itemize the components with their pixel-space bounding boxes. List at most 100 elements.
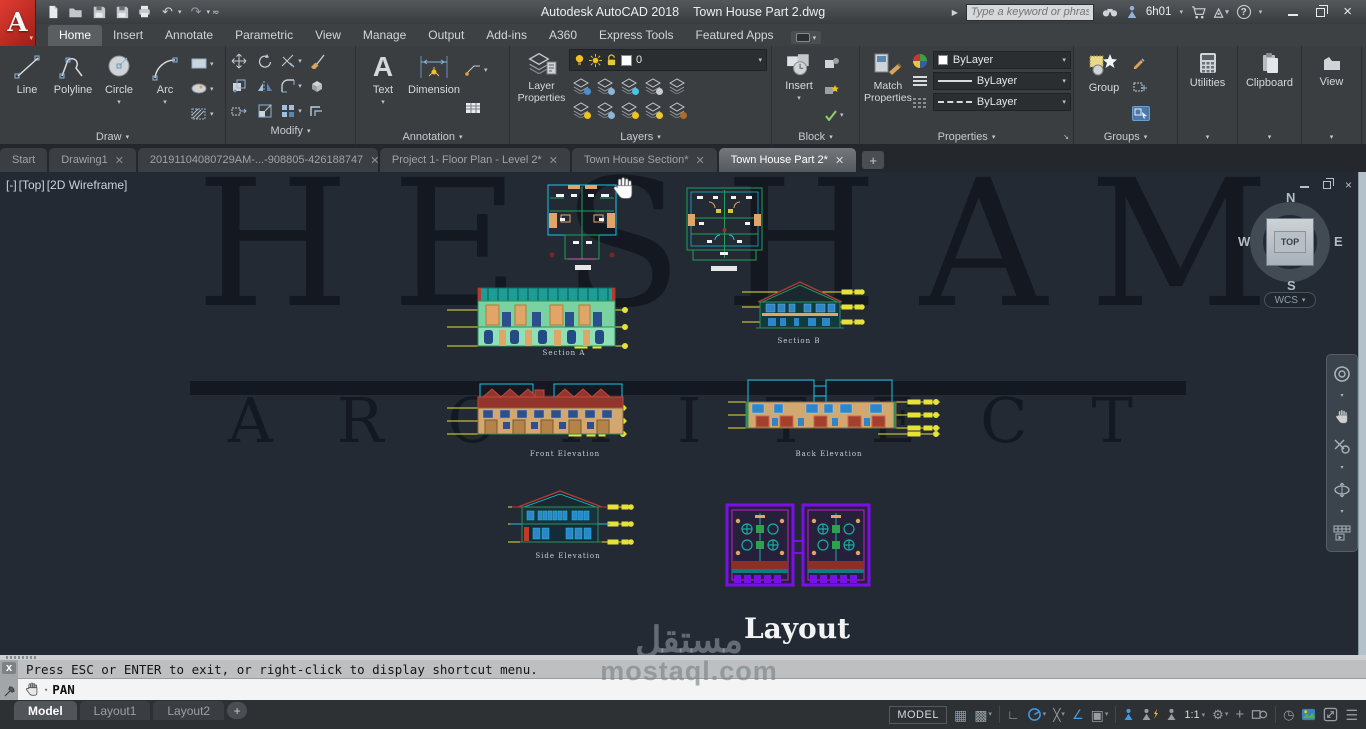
layer-match-icon[interactable] bbox=[596, 78, 615, 95]
qat-customize-icon[interactable]: ≂ bbox=[212, 7, 220, 18]
move-icon[interactable] bbox=[231, 53, 247, 69]
lineweight-icon[interactable] bbox=[912, 75, 928, 89]
ribbon-tab-output[interactable]: Output bbox=[417, 25, 475, 46]
file-tab-start[interactable]: Start bbox=[0, 148, 48, 172]
color-wheel-icon[interactable] bbox=[912, 53, 928, 69]
viewcube-east[interactable]: E bbox=[1334, 234, 1343, 249]
application-menu-button[interactable]: A ▾ bbox=[0, 0, 36, 46]
panel-label-layers[interactable]: Layers ▾ bbox=[510, 129, 771, 145]
ribbon-tab-a360[interactable]: A360 bbox=[538, 25, 588, 46]
layer-dropdown[interactable]: 0 ▾ bbox=[569, 49, 767, 71]
viewcube-west[interactable]: W bbox=[1238, 234, 1250, 249]
panel-label-modify[interactable]: Modify ▾ bbox=[226, 123, 355, 139]
plot-icon[interactable] bbox=[136, 4, 153, 20]
search-toggle-icon[interactable]: ▶ bbox=[952, 8, 958, 17]
panel-label-properties[interactable]: Properties ▾ ↘ bbox=[860, 129, 1073, 145]
ribbon-tab-manage[interactable]: Manage bbox=[352, 25, 417, 46]
file-tab-town-house-section[interactable]: Town House Section* ✕ bbox=[571, 148, 717, 172]
polar-tracking-icon[interactable]: ▾ bbox=[1027, 707, 1046, 722]
close-tab-icon[interactable]: ✕ bbox=[370, 154, 379, 167]
file-tab-town-house-part2[interactable]: Town House Part 2* ✕ bbox=[718, 148, 857, 172]
array-icon[interactable] bbox=[280, 103, 296, 119]
object-snap-tracking-icon[interactable]: ∠ bbox=[1072, 707, 1084, 722]
properties-launcher-icon[interactable]: ↘ bbox=[1063, 133, 1069, 141]
layer-freeze-icon[interactable] bbox=[620, 78, 639, 95]
graphics-performance-icon[interactable] bbox=[1301, 707, 1316, 722]
circle-button[interactable]: Circle ▾ bbox=[96, 49, 142, 129]
object-snap-icon[interactable]: ▣ ▾ bbox=[1091, 708, 1109, 722]
ellipse-icon[interactable] bbox=[190, 82, 208, 95]
match-properties-button[interactable]: Match Properties bbox=[864, 49, 912, 129]
viewcube-north[interactable]: N bbox=[1286, 190, 1295, 205]
rotate-icon[interactable] bbox=[257, 53, 273, 69]
object-color-dropdown[interactable]: ByLayer ▾ bbox=[932, 51, 1071, 69]
show-motion-icon[interactable] bbox=[1333, 525, 1351, 541]
search-input[interactable] bbox=[965, 3, 1094, 21]
clean-screen-clock-icon[interactable]: ◷ bbox=[1283, 707, 1294, 722]
edit-attribute-icon[interactable] bbox=[824, 83, 840, 96]
mirror-icon[interactable] bbox=[257, 78, 273, 94]
create-block-icon[interactable] bbox=[824, 57, 840, 70]
command-customize-icon[interactable] bbox=[3, 685, 16, 698]
layer-off-icon[interactable] bbox=[572, 102, 591, 119]
close-tab-icon[interactable]: ✕ bbox=[835, 154, 844, 167]
user-dropdown-icon[interactable]: ▾ bbox=[1179, 8, 1183, 16]
linetype-icon[interactable] bbox=[912, 96, 928, 110]
linetype-dropdown[interactable]: ByLayer ▾ bbox=[932, 93, 1071, 111]
model-space-toggle[interactable]: MODEL bbox=[889, 705, 947, 724]
hatch-icon[interactable] bbox=[190, 107, 208, 121]
panel-label-annotation[interactable]: Annotation ▾ bbox=[356, 129, 509, 145]
group-button[interactable]: Group bbox=[1078, 49, 1130, 129]
explode-icon[interactable] bbox=[309, 78, 325, 94]
ribbon-tab-express-tools[interactable]: Express Tools bbox=[588, 25, 684, 46]
ribbon-tab-parametric[interactable]: Parametric bbox=[224, 25, 304, 46]
new-file-icon[interactable] bbox=[44, 4, 61, 20]
viewcube-top-face[interactable]: TOP bbox=[1266, 218, 1314, 266]
command-close-icon[interactable]: x bbox=[2, 662, 16, 674]
viewport-menu-control[interactable]: [-] bbox=[6, 178, 17, 192]
panel-label-block[interactable]: Block ▾ bbox=[772, 129, 859, 145]
status-menu-icon[interactable]: ☰ bbox=[1345, 708, 1358, 722]
redo-dropdown-icon[interactable]: ▾ bbox=[207, 8, 211, 16]
ribbon-display-toggle[interactable]: ▾ bbox=[790, 31, 822, 44]
erase-icon[interactable] bbox=[309, 53, 326, 69]
layer-lock-icon[interactable] bbox=[644, 78, 663, 95]
close-tab-icon[interactable]: ✕ bbox=[115, 154, 124, 167]
save-as-icon[interactable] bbox=[113, 4, 130, 20]
zoom-extents-icon[interactable] bbox=[1333, 437, 1351, 455]
trim-icon[interactable] bbox=[280, 53, 296, 69]
panel-label-groups[interactable]: Groups ▾ bbox=[1074, 129, 1177, 145]
rectangle-icon[interactable] bbox=[190, 57, 208, 70]
copy-icon[interactable] bbox=[231, 78, 247, 94]
navigation-wheel-icon[interactable] bbox=[1333, 365, 1351, 383]
command-options-icon[interactable]: ▾ bbox=[44, 686, 48, 694]
minimize-button[interactable] bbox=[1288, 9, 1299, 16]
annotation-scale-value[interactable]: 1:1 ▾ bbox=[1184, 709, 1205, 721]
doc-minimize-button[interactable] bbox=[1299, 182, 1309, 188]
panel-utilities[interactable]: Utilities ▾ bbox=[1178, 46, 1238, 145]
file-tab-20191104[interactable]: 20191104080729AM-...-908805-426188747 ✕ bbox=[137, 148, 379, 172]
panel-clipboard[interactable]: Clipboard ▾ bbox=[1238, 46, 1302, 145]
stretch-icon[interactable] bbox=[231, 103, 247, 119]
attribute-sync-icon[interactable] bbox=[824, 109, 838, 121]
ribbon-tab-home[interactable]: Home bbox=[48, 25, 103, 46]
open-file-icon[interactable] bbox=[67, 4, 84, 20]
ribbon-tab-featured-apps[interactable]: Featured Apps bbox=[685, 25, 785, 46]
drawing-canvas[interactable]: HESHAM ARCHITECT [-] [Top] [2D Wireframe… bbox=[0, 172, 1366, 655]
ribbon-tab-addins[interactable]: Add-ins bbox=[475, 25, 538, 46]
doc-close-button[interactable]: × bbox=[1345, 178, 1352, 192]
pan-tool-icon[interactable] bbox=[1333, 409, 1351, 426]
command-input-line[interactable]: ▾ PAN bbox=[18, 679, 1366, 700]
viewcube[interactable]: N W E S TOP WCS ▾ bbox=[1238, 190, 1343, 316]
dimension-button[interactable]: Dimension bbox=[406, 49, 462, 129]
restore-button[interactable] bbox=[1316, 4, 1329, 17]
annotation-autoscale-icon[interactable] bbox=[1141, 708, 1159, 721]
viewcube-south[interactable]: S bbox=[1287, 278, 1296, 293]
isolate-objects-icon[interactable] bbox=[1251, 707, 1268, 722]
close-tab-icon[interactable]: ✕ bbox=[696, 154, 705, 167]
canvas-scrollbar[interactable] bbox=[1358, 172, 1366, 655]
arc-button[interactable]: Arc ▾ bbox=[142, 49, 188, 129]
panel-label-draw[interactable]: Draw ▾ bbox=[0, 129, 225, 145]
scale-icon[interactable] bbox=[257, 103, 273, 119]
layer-unisolate-icon[interactable] bbox=[596, 102, 615, 119]
